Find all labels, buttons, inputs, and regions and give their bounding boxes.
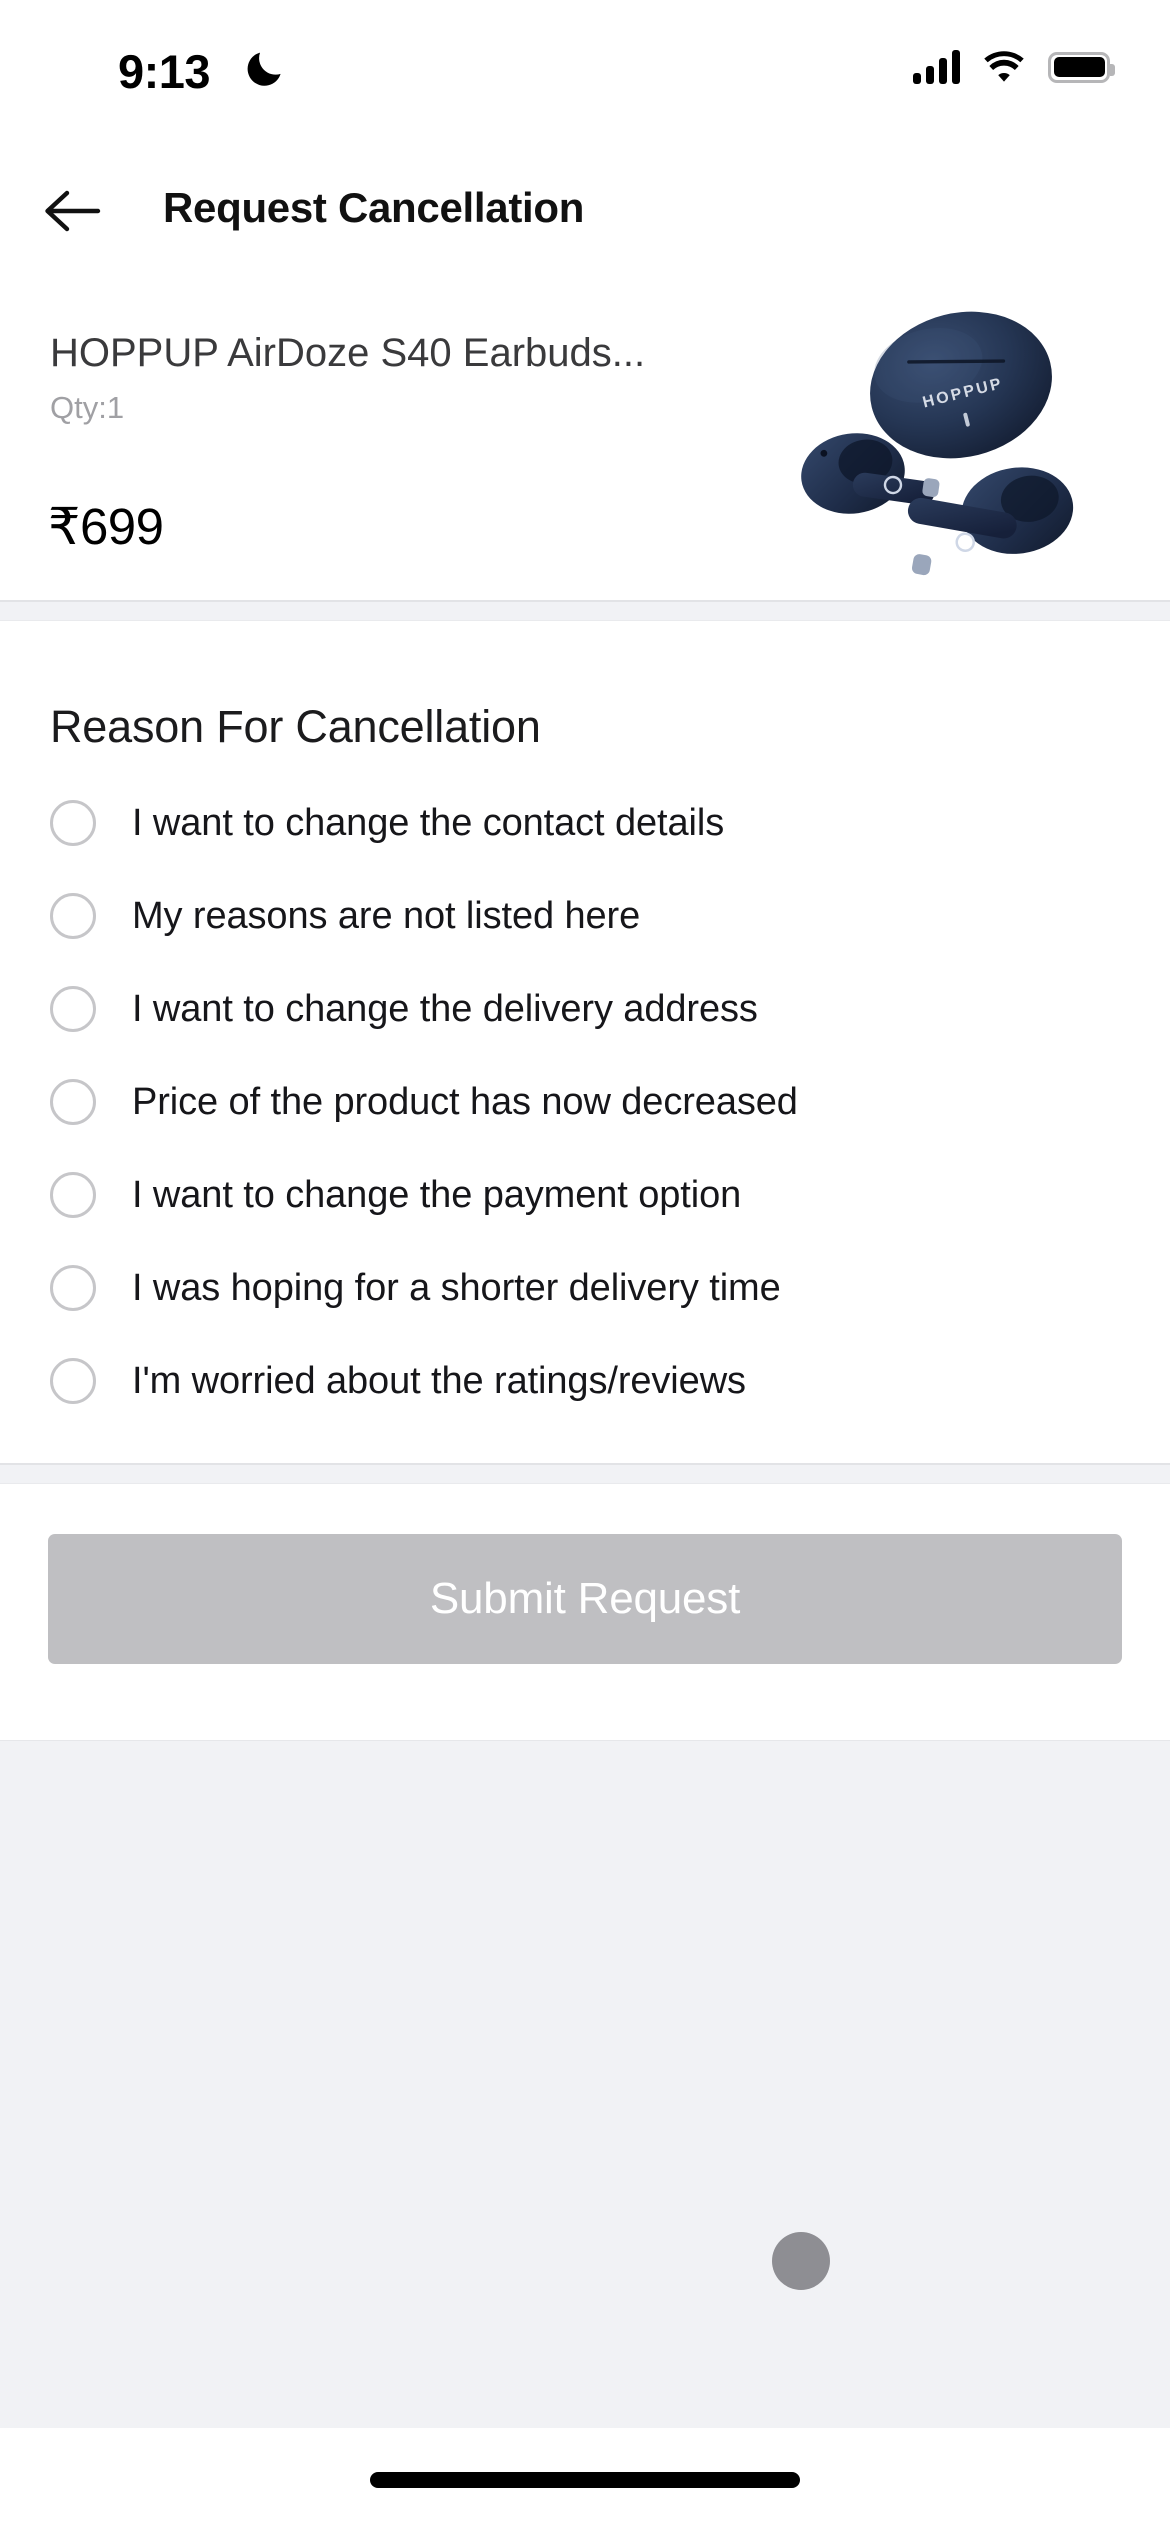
navigation-bar: Request Cancellation [0, 150, 1170, 270]
radio-button-icon[interactable] [50, 1171, 96, 1218]
reason-option-label: I want to change the contact details [132, 801, 725, 844]
reason-option-5[interactable]: I was hoping for a shorter delivery time [0, 1241, 1170, 1334]
reason-option-4[interactable]: I want to change the payment option [0, 1148, 1170, 1241]
product-quantity: Qty:1 [50, 390, 125, 425]
home-indicator-area [0, 2428, 1170, 2532]
reason-option-label: Price of the product has now decreased [132, 1080, 798, 1123]
reasons-heading: Reason For Cancellation [50, 701, 541, 752]
reason-option-2[interactable]: I want to change the delivery address [0, 962, 1170, 1055]
radio-button-icon[interactable] [50, 1357, 96, 1404]
section-divider [0, 1463, 1170, 1484]
reason-option-6[interactable]: I'm worried about the ratings/reviews [0, 1334, 1170, 1427]
submit-request-button[interactable]: Submit Request [48, 1534, 1122, 1664]
reason-option-label: I want to change the delivery address [132, 987, 758, 1030]
app-screen: 9:13 Request Cancellation HOPPUP AirDoze [0, 0, 1170, 2532]
cancellation-reasons-card: Reason For Cancellation I want to change… [0, 621, 1170, 1463]
reason-option-label: I'm worried about the ratings/reviews [132, 1359, 746, 1402]
reason-option-label: I was hoping for a shorter delivery time [132, 1266, 781, 1309]
radio-button-icon[interactable] [50, 799, 96, 846]
submit-section: Submit Request [0, 1484, 1170, 1740]
reason-options-list: I want to change the contact details My … [0, 776, 1170, 1427]
reason-option-0[interactable]: I want to change the contact details [0, 776, 1170, 869]
status-bar-indicators [913, 50, 1115, 84]
reason-option-1[interactable]: My reasons are not listed here [0, 869, 1170, 962]
radio-button-icon[interactable] [50, 1264, 96, 1311]
radio-button-icon[interactable] [50, 1078, 96, 1125]
page-title: Request Cancellation [163, 184, 585, 231]
reason-option-3[interactable]: Price of the product has now decreased [0, 1055, 1170, 1148]
product-image: HOPPUP [801, 311, 1074, 576]
crescent-moon-icon [247, 52, 281, 86]
cellular-signal-icon [913, 50, 960, 84]
section-divider [0, 600, 1170, 621]
empty-content-area [0, 1740, 1170, 2428]
radio-button-icon[interactable] [50, 892, 96, 939]
status-bar-time: 9:13 [118, 45, 211, 98]
wifi-icon [984, 51, 1024, 82]
product-summary-card: HOPPUP AirDoze S40 Earbuds... Qty:1 ₹699 [0, 270, 1170, 600]
arrow-left-icon [45, 190, 101, 232]
radio-button-icon[interactable] [50, 985, 96, 1032]
reason-option-label: My reasons are not listed here [132, 894, 641, 937]
back-button[interactable] [38, 178, 104, 244]
product-title: HOPPUP AirDoze S40 Earbuds... [50, 331, 646, 375]
status-bar: 9:13 [0, 0, 1170, 150]
home-indicator[interactable] [370, 2472, 800, 2488]
product-price: ₹699 [48, 498, 164, 555]
touch-point-indicator [772, 2232, 830, 2290]
reason-option-label: I want to change the payment option [132, 1173, 742, 1216]
battery-full-icon [1048, 51, 1115, 83]
